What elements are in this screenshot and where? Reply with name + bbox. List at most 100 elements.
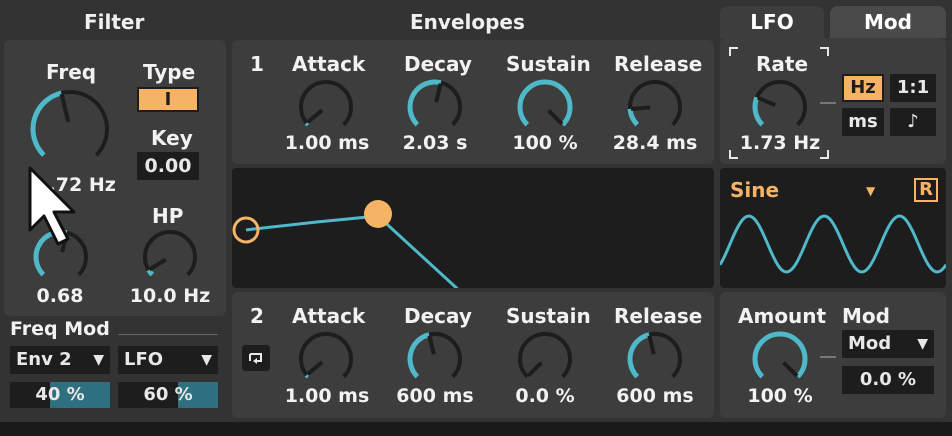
env1-attack-label: Attack bbox=[292, 52, 366, 76]
key-label: Key bbox=[151, 126, 193, 150]
chevron-down-icon: ▼ bbox=[917, 336, 928, 352]
env2-sustain-knob[interactable] bbox=[514, 328, 576, 390]
env2-decay-knob[interactable] bbox=[404, 328, 466, 390]
tab-mod[interactable]: Mod bbox=[830, 6, 946, 38]
freq-mod-source2-value: LFO bbox=[124, 349, 164, 370]
env2-release-label: Release bbox=[614, 304, 703, 328]
synth-device: Filter Envelopes LFO Mod Freq ...72 Hz T… bbox=[0, 0, 952, 436]
env2-sustain-label: Sustain bbox=[506, 304, 591, 328]
rate-connector bbox=[820, 102, 836, 104]
mod-destination-select[interactable]: Mod ▼ bbox=[842, 330, 934, 358]
mod-value-field[interactable]: 0.0 % bbox=[842, 366, 934, 394]
mod-connector bbox=[820, 356, 836, 358]
mod-label: Mod bbox=[842, 304, 890, 328]
mouse-cursor-icon bbox=[28, 166, 76, 246]
freq-knob[interactable] bbox=[27, 86, 113, 172]
filter-header: Filter bbox=[84, 10, 145, 34]
env2-sustain-value: 0.0 % bbox=[515, 385, 575, 407]
mod-destination-value: Mod bbox=[848, 333, 892, 354]
freq-mod-source2-select[interactable]: LFO ▼ bbox=[118, 346, 218, 374]
lfo-waveform bbox=[720, 214, 946, 274]
knob-value-arc bbox=[752, 96, 765, 127]
knob-pointer bbox=[526, 361, 543, 378]
lfo-ms-button[interactable]: ms bbox=[842, 108, 884, 136]
knob-pointer bbox=[59, 93, 71, 123]
chevron-down-icon: ▼ bbox=[201, 352, 212, 368]
env1-decay-value: 2.03 s bbox=[402, 132, 468, 154]
knob-value-arc bbox=[627, 332, 650, 379]
envelopes-header: Envelopes bbox=[410, 10, 525, 34]
mod-amount-knob[interactable] bbox=[749, 328, 811, 390]
knob-pointer bbox=[434, 83, 443, 103]
knob-value-arc bbox=[304, 373, 311, 379]
knob-track bbox=[299, 332, 353, 379]
knob-pointer bbox=[427, 335, 436, 355]
env1-sustain-value: 100 % bbox=[512, 132, 578, 154]
loop-button[interactable] bbox=[242, 345, 270, 371]
mod-amount-value: 100 % bbox=[747, 385, 813, 407]
knob-value-arc bbox=[407, 79, 442, 127]
resonance-value: 0.68 bbox=[36, 285, 84, 307]
knob-pointer bbox=[630, 105, 651, 111]
filter-type-button[interactable]: I bbox=[137, 87, 199, 112]
env2-attack-knob[interactable] bbox=[295, 328, 357, 390]
envelope-display[interactable] bbox=[232, 168, 714, 288]
env1-decay-knob[interactable] bbox=[404, 76, 466, 138]
env2-decay-label: Decay bbox=[404, 304, 472, 328]
envelope-curve bbox=[232, 200, 459, 288]
tab-lfo[interactable]: LFO bbox=[720, 6, 824, 38]
env1-release-knob[interactable] bbox=[624, 76, 686, 138]
hp-value: 10.0 Hz bbox=[129, 285, 211, 307]
lfo-rate-label: Rate bbox=[756, 52, 809, 76]
lfo-rate-value: 1.73 Hz bbox=[739, 132, 821, 154]
lfo-sync-ratio-button[interactable]: 1:1 bbox=[890, 74, 936, 102]
env1-release-value: 28.4 ms bbox=[612, 132, 698, 154]
type-label: Type bbox=[143, 60, 196, 84]
knob-pointer bbox=[547, 109, 564, 126]
key-field[interactable]: 0.00 bbox=[137, 152, 199, 180]
knob-value-arc bbox=[407, 332, 430, 379]
freq-mod-amount1-slider[interactable]: 40 % bbox=[10, 382, 110, 408]
freq-label: Freq bbox=[46, 60, 97, 84]
knob-value-arc bbox=[627, 108, 640, 127]
env2-attack-value: 1.00 ms bbox=[284, 385, 370, 407]
freq-mod-source1-select[interactable]: Env 2 ▼ bbox=[10, 346, 110, 374]
lfo-note-button[interactable]: ♪ bbox=[890, 108, 936, 136]
freq-mod-divider bbox=[118, 334, 218, 335]
knob-pointer bbox=[306, 108, 324, 124]
lfo-rate-knob[interactable] bbox=[749, 76, 811, 138]
knob-value-arc bbox=[752, 331, 808, 379]
freq-mod-label: Freq Mod bbox=[10, 318, 110, 340]
env1-sustain-label: Sustain bbox=[506, 52, 591, 76]
env1-attack-knob[interactable] bbox=[295, 76, 357, 138]
freq-mod-amount2-value: 60 % bbox=[143, 384, 193, 405]
lfo-hz-button[interactable]: Hz bbox=[842, 74, 884, 102]
envelope2-number: 2 bbox=[250, 304, 264, 328]
env2-attack-label: Attack bbox=[292, 304, 366, 328]
knob-track bbox=[299, 80, 353, 127]
loop-icon bbox=[249, 353, 262, 364]
knob-value-arc bbox=[304, 121, 311, 127]
bottom-strip bbox=[0, 422, 952, 436]
hp-knob[interactable] bbox=[139, 226, 201, 288]
knob-pointer bbox=[782, 361, 799, 378]
knob-value-arc bbox=[517, 79, 573, 127]
knob-pointer bbox=[647, 335, 656, 355]
knob-pointer bbox=[306, 360, 324, 376]
knob-pointer bbox=[148, 257, 167, 272]
env1-attack-value: 1.00 ms bbox=[284, 132, 370, 154]
hp-label: HP bbox=[152, 204, 184, 228]
freq-mod-amount1-value: 40 % bbox=[35, 384, 85, 405]
envelope1-number: 1 bbox=[250, 52, 264, 76]
env1-decay-label: Decay bbox=[404, 52, 472, 76]
freq-mod-source1-value: Env 2 bbox=[16, 349, 72, 370]
env2-release-knob[interactable] bbox=[624, 328, 686, 390]
env1-sustain-knob[interactable] bbox=[514, 76, 576, 138]
mod-amount-label: Amount bbox=[738, 304, 827, 328]
knob-track bbox=[628, 80, 682, 127]
env2-release-value: 600 ms bbox=[616, 385, 694, 407]
envelope-peak-handle[interactable] bbox=[364, 200, 392, 228]
freq-mod-amount2-slider[interactable]: 60 % bbox=[118, 382, 218, 408]
knob-value-arc bbox=[30, 90, 63, 157]
chevron-down-icon: ▼ bbox=[93, 352, 104, 368]
